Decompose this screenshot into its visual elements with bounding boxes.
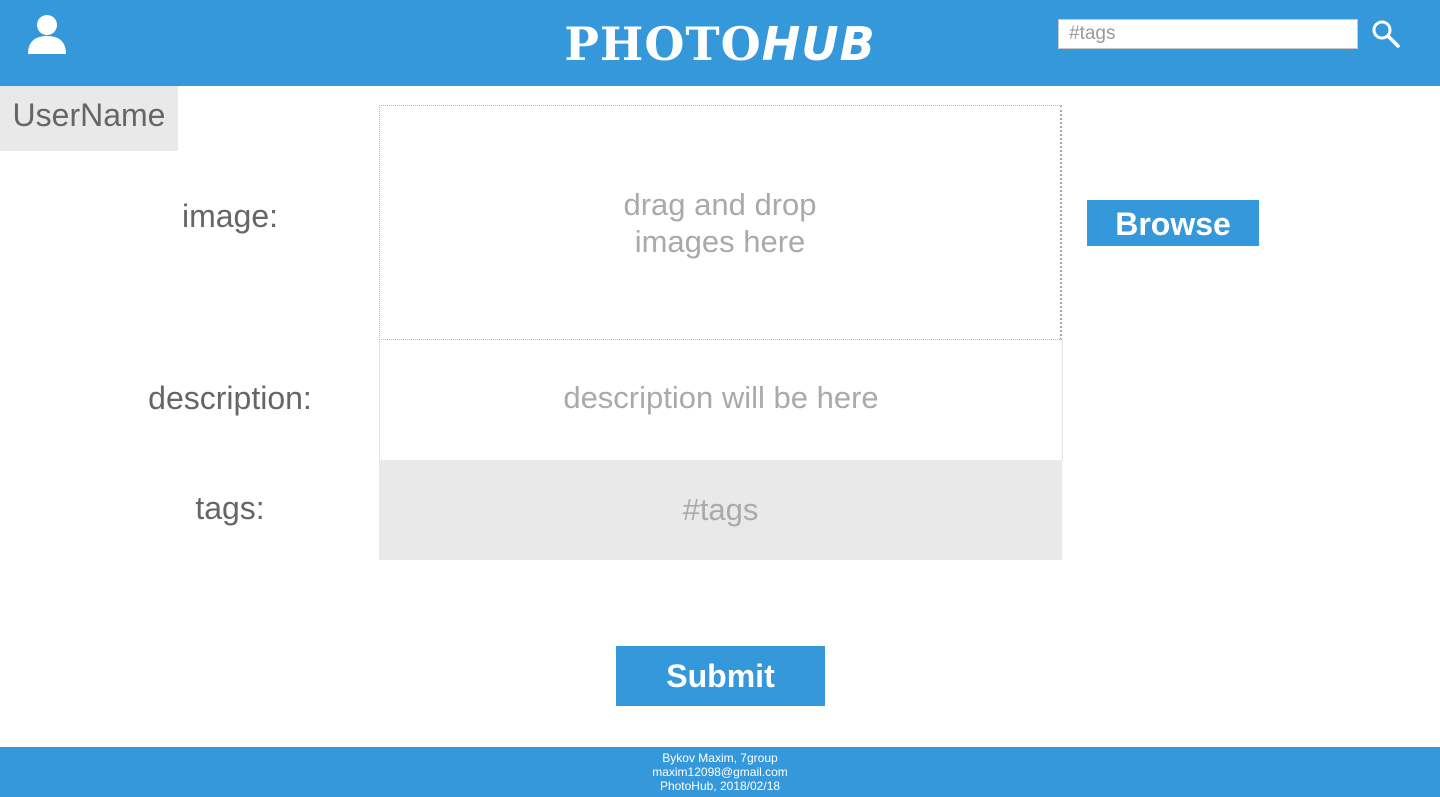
search-input[interactable] (1058, 19, 1358, 49)
description-field[interactable]: description will be here (379, 340, 1063, 461)
app-logo[interactable]: PHOTOHUB (520, 16, 920, 72)
browse-button[interactable]: Browse (1087, 200, 1259, 246)
image-label: image: (181, 198, 279, 234)
image-dropzone[interactable]: drag and drop images here (379, 105, 1062, 340)
logo-accent-text: HUB (761, 17, 876, 71)
tags-label: tags: (195, 490, 265, 526)
submit-button[interactable]: Submit (616, 646, 825, 706)
description-placeholder: description will be here (563, 380, 879, 415)
header-bar: PHOTOHUB (0, 0, 1440, 86)
footer: Bykov Maxim, 7group maxim12098@gmail.com… (0, 747, 1440, 797)
dropzone-hint-line2: images here (634, 224, 806, 259)
search-icon[interactable] (1370, 18, 1402, 50)
tags-field[interactable]: #tags (379, 460, 1062, 560)
footer-copyright: PhotoHub, 2018/02/18 (659, 779, 781, 793)
dropzone-hint-line1: drag and drop (623, 187, 817, 222)
footer-email[interactable]: maxim12098@gmail.com (0, 765, 1440, 779)
user-icon[interactable] (26, 14, 68, 56)
dropzone-hint: drag and drop images here (380, 186, 1060, 260)
footer-author: Bykov Maxim, 7group (662, 751, 778, 765)
description-label: description: (148, 380, 312, 416)
tags-placeholder: #tags (682, 492, 759, 527)
logo-main-text: PHOTO (564, 17, 762, 71)
username-label[interactable]: UserName (0, 86, 178, 151)
